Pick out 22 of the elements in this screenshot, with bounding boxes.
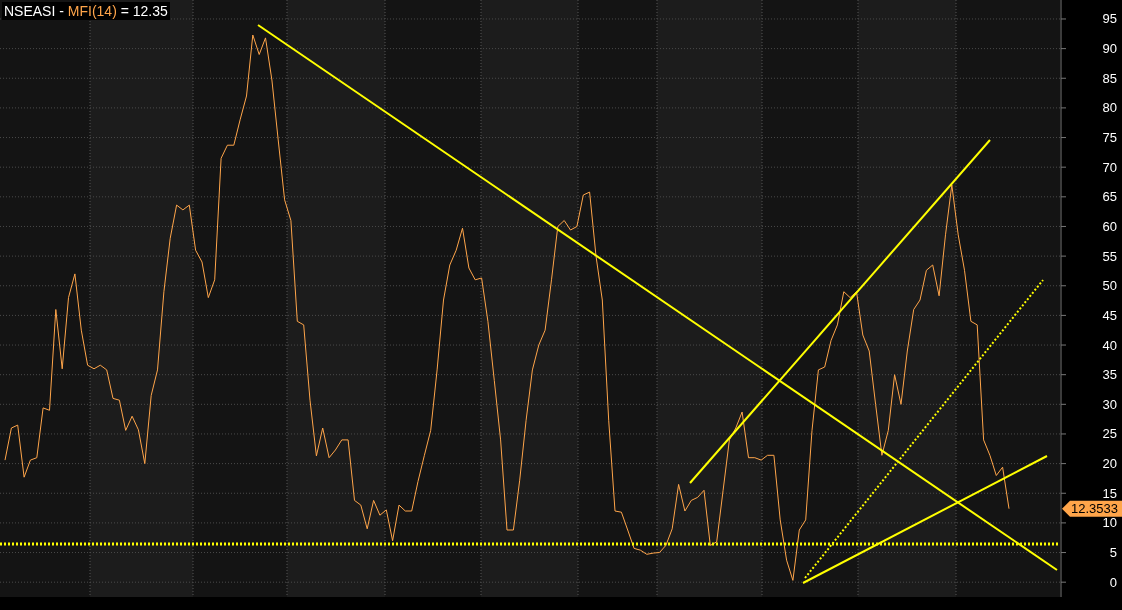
axis-label: 60: [1102, 218, 1117, 234]
axis-label: 85: [1102, 70, 1117, 86]
axis-label: 30: [1102, 396, 1117, 412]
axis-label: 10: [1102, 515, 1117, 531]
value-tag: 12.3533: [1062, 500, 1122, 517]
axis-label: 65: [1102, 189, 1117, 205]
axis-label: 75: [1102, 130, 1117, 146]
axis-label: 20: [1102, 456, 1117, 472]
axis-label: 5: [1109, 545, 1117, 561]
axis-label: 90: [1102, 41, 1117, 57]
axis-label: 45: [1102, 307, 1117, 323]
axis-label: 55: [1102, 248, 1117, 264]
axis-label: 50: [1102, 278, 1117, 294]
axis-label: 80: [1102, 100, 1117, 116]
axis-label: 40: [1102, 337, 1117, 353]
chart-legend: NSEASI - MFI(14) = 12.35: [2, 2, 170, 20]
axis-label: 25: [1102, 426, 1117, 442]
axis-label: 0: [1109, 574, 1117, 590]
axis-label: 15: [1102, 485, 1117, 501]
axis-label: 35: [1102, 367, 1117, 383]
axis-label: 70: [1102, 159, 1117, 175]
axis-label: 95: [1102, 11, 1117, 27]
